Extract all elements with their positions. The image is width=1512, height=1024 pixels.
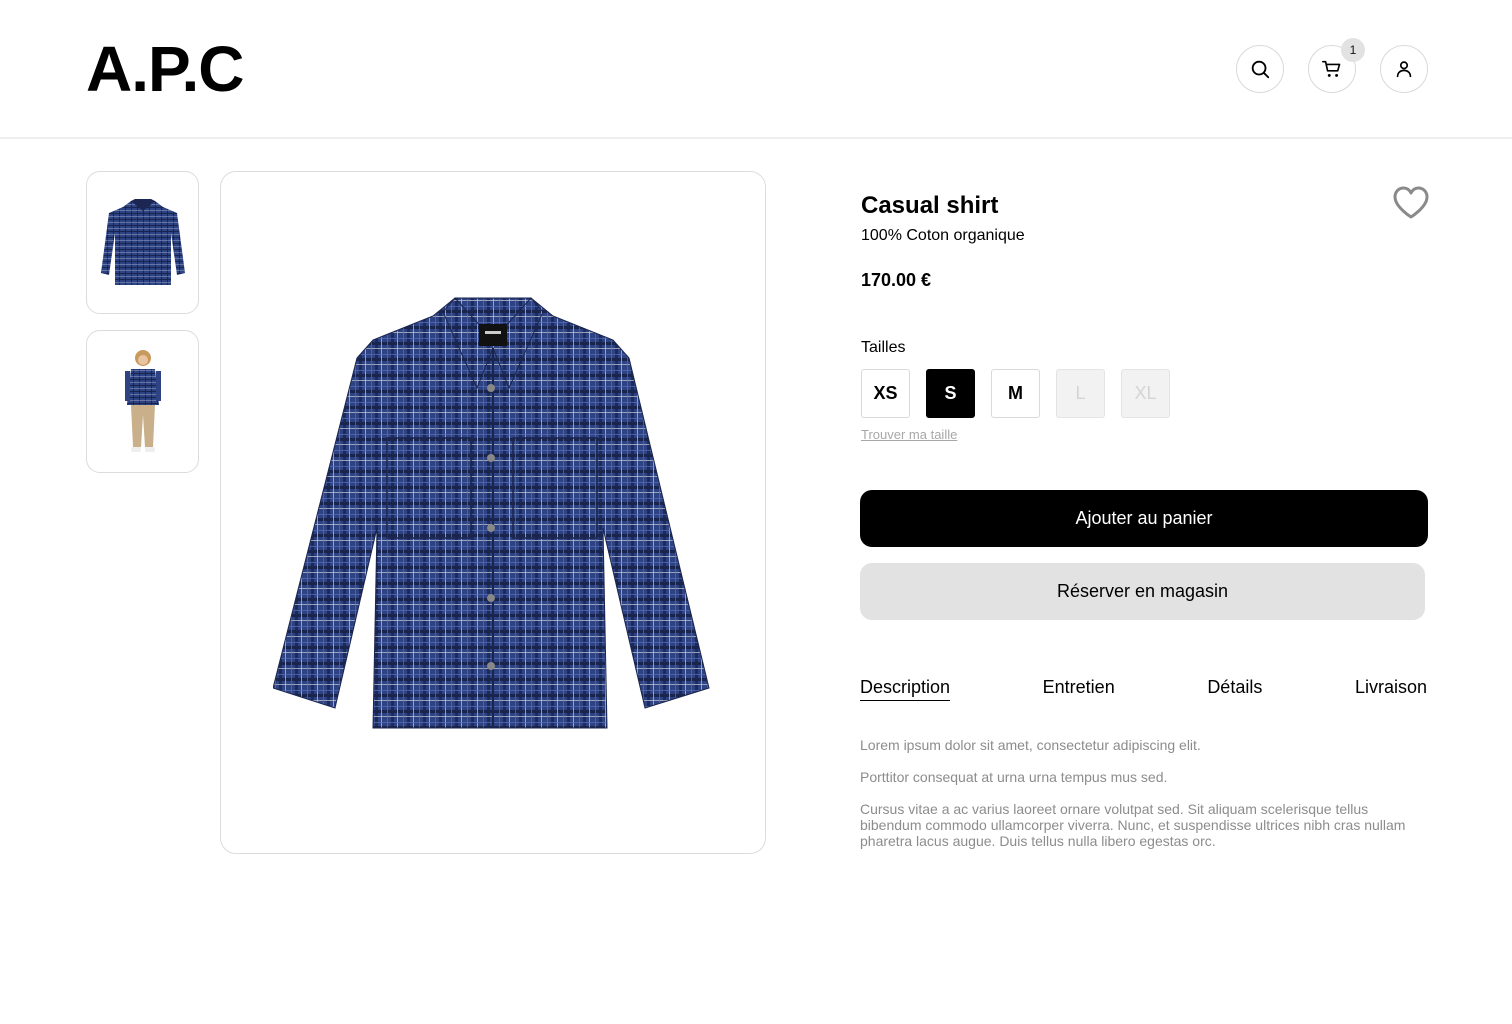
user-icon	[1396, 61, 1412, 78]
description-paragraph: Cursus vitae a ac varius laoreet ornare …	[860, 801, 1406, 849]
product-material: 100% Coton organique	[861, 227, 1025, 244]
size-option-xs[interactable]: XS	[861, 369, 910, 418]
tab-description[interactable]: Description	[860, 677, 951, 701]
tab-entretien[interactable]: Entretien	[1043, 677, 1115, 701]
thumbnail-model[interactable]	[86, 330, 199, 473]
size-option-xl: XL	[1121, 369, 1170, 418]
size-option-m[interactable]: M	[991, 369, 1040, 418]
size-selector: XS S M L XL	[861, 369, 1170, 418]
size-option-l: L	[1056, 369, 1105, 418]
size-guide-link[interactable]: Trouver ma taille	[861, 427, 957, 442]
product-name: Casual shirt	[861, 192, 999, 219]
model-thumbnail-image	[124, 349, 161, 452]
tab-livraison[interactable]: Livraison	[1355, 677, 1427, 701]
shirt-thumbnail-image	[100, 198, 185, 285]
product-price: 170.00 €	[861, 270, 932, 290]
reserve-in-store-button[interactable]: Réserver en magasin	[860, 563, 1425, 620]
account-button[interactable]	[1380, 45, 1428, 93]
search-button[interactable]	[1236, 45, 1284, 93]
product-info-tabs: Description Entretien Détails Livraison	[860, 677, 1427, 701]
description-paragraph: Lorem ipsum dolor sit amet, consectetur …	[860, 737, 1201, 753]
brand-logo[interactable]: A.P.C	[86, 36, 244, 102]
sizes-label: Tailles	[861, 339, 906, 356]
size-option-s[interactable]: S	[926, 369, 975, 418]
cart-count-badge: 1	[1341, 38, 1365, 62]
add-to-cart-button[interactable]: Ajouter au panier	[860, 490, 1428, 547]
tab-details[interactable]: Détails	[1207, 677, 1262, 701]
shirt-image	[273, 296, 710, 728]
main-product-image	[220, 171, 766, 854]
search-icon	[1251, 60, 1270, 79]
site-header: A.P.C 1	[0, 0, 1512, 139]
thumbnail-shirt-front[interactable]	[86, 171, 199, 314]
cart-icon	[1322, 60, 1341, 77]
wishlist-heart-icon[interactable]	[1392, 186, 1430, 220]
description-panel: Lorem ipsum dolor sit amet, consectetur …	[860, 737, 1420, 865]
description-paragraph: Porttitor consequat at urna urna tempus …	[860, 769, 1168, 785]
cart-button[interactable]: 1	[1308, 38, 1365, 93]
